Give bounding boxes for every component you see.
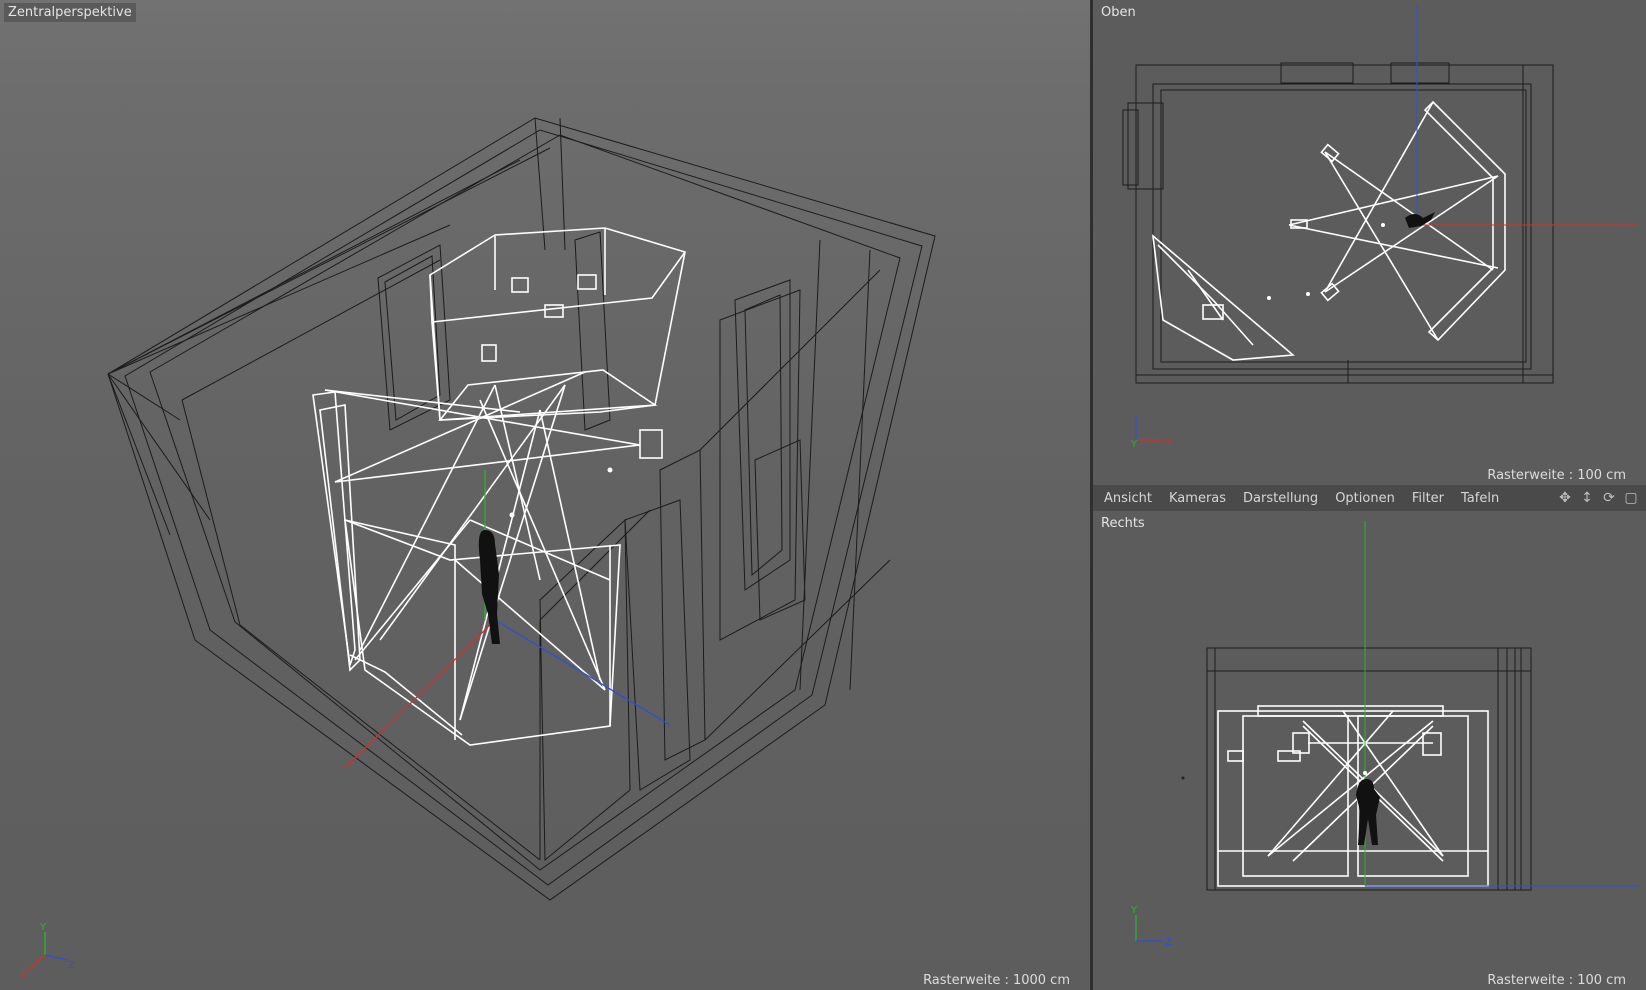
top-grid-size: Rasterweite : 100 cm [1487,468,1626,483]
right-gizmo-z: Z [1165,937,1172,948]
perspective-wireframe: Y X Z [20,117,936,981]
gizmo-x-label: X [20,970,27,981]
move-icon[interactable]: ✥ [1556,490,1574,506]
gizmo-z-label: Z [68,960,75,971]
top-viewport-label[interactable]: Oben [1097,3,1140,22]
top-gizmo-y: Y [1130,439,1138,450]
gizmo-y-label: Y [39,922,47,933]
top-viewport[interactable]: Oben Y X Rasterweite: 100 cm [1093,0,1646,485]
viewport-menubar: Ansicht Kameras Darstellung Optionen Fil… [1093,485,1646,511]
perspective-viewport-label[interactable]: Zentralperspektive [4,3,136,22]
right-grid-size: Rasterweite : 100 cm [1487,973,1626,988]
right-viewport-label[interactable]: Rechts [1097,514,1149,533]
menu-filter[interactable]: Filter [1412,491,1444,506]
zoom-icon[interactable]: ↕ [1578,490,1596,506]
menu-ansicht[interactable]: Ansicht [1104,491,1152,506]
viewport-nav-icons: ✥ ↕ ⟳ ▢ [1556,490,1646,506]
rotate-icon[interactable]: ⟳ [1600,490,1618,506]
menu-kameras[interactable]: Kameras [1169,491,1226,506]
perspective-grid-size: Rasterweite : 1000 cm [923,973,1070,988]
maximize-icon[interactable]: ▢ [1622,490,1640,506]
perspective-viewport[interactable]: Zentralperspektive Y X Z Rasterweite: 1… [0,0,1090,990]
right-wireframe: Y Z [1130,521,1638,948]
top-gizmo-x: X [1165,436,1172,447]
top-wireframe: Y X [1122,5,1637,450]
right-gizmo-y: Y [1130,905,1138,916]
right-viewport[interactable]: Rechts Y Z Rasterweite: 100 cm [1093,511,1646,990]
menu-optionen[interactable]: Optionen [1335,491,1395,506]
menu-darstellung[interactable]: Darstellung [1243,491,1318,506]
menu-tafeln[interactable]: Tafeln [1461,491,1499,506]
